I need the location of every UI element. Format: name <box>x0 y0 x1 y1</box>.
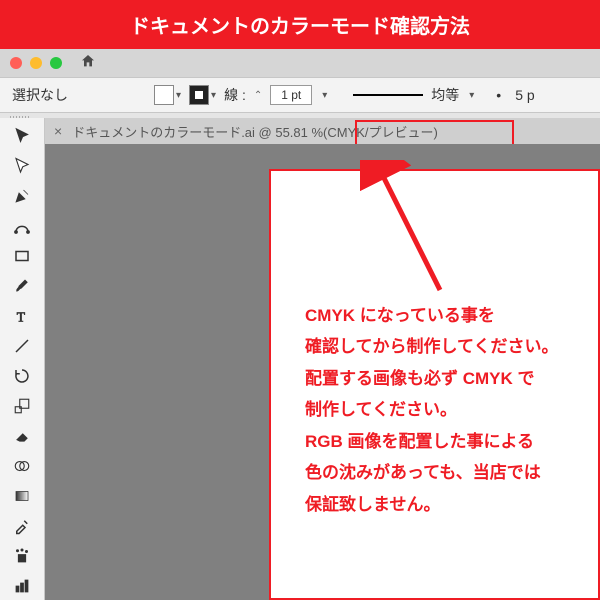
paintbrush-tool[interactable] <box>7 272 37 299</box>
type-tool[interactable]: T <box>7 302 37 329</box>
stroke-weight-dropdown[interactable]: ▾ <box>322 90 327 101</box>
note-line: 確認してから制作してください。 <box>305 331 590 362</box>
symbol-sprayer-tool[interactable] <box>7 543 37 570</box>
minimize-window-icon[interactable] <box>30 57 42 69</box>
column-graph-tool[interactable] <box>7 573 37 600</box>
stroke-weight-input[interactable]: 1 pt <box>270 85 312 105</box>
zoom-window-icon[interactable] <box>50 57 62 69</box>
close-window-icon[interactable] <box>10 57 22 69</box>
note-line: 制作してください。 <box>305 394 590 425</box>
control-bar: 選択なし ▾ ▾ 線 : ⌃ 1 pt ▾ 均等 ▾ • 5 p <box>0 77 600 113</box>
note-line: 配置する画像も必ず CMYK で <box>305 363 590 394</box>
stroke-profile-sample[interactable] <box>353 94 423 96</box>
note-line: 色の沈みがあっても、当店では <box>305 457 590 488</box>
callout-arrow <box>360 160 460 300</box>
home-icon[interactable] <box>80 53 96 74</box>
instruction-text: CMYK になっている事を 確認してから制作してください。 配置する画像も必ず … <box>305 300 590 520</box>
eyedropper-tool[interactable] <box>7 513 37 540</box>
stroke-label: 線 : <box>224 85 246 105</box>
note-line: 保証致しません。 <box>305 489 590 520</box>
stroke-swatch[interactable]: ▾ <box>189 85 216 105</box>
gradient-tool[interactable] <box>7 483 37 510</box>
shape-builder-tool[interactable] <box>7 453 37 480</box>
note-line: CMYK になっている事を <box>305 300 590 331</box>
selection-tool[interactable] <box>7 122 37 149</box>
stroke-decrement-icon[interactable]: ⌃ <box>254 90 262 101</box>
stroke-profile-label: 均等 <box>431 85 459 105</box>
svg-text:T: T <box>17 309 26 324</box>
extra-value: 5 p <box>515 87 534 103</box>
stroke-profile-dropdown[interactable]: ▾ <box>469 90 474 101</box>
rectangle-tool[interactable] <box>7 242 37 269</box>
page-title: ドキュメントのカラーモード確認方法 <box>0 0 600 49</box>
line-tool[interactable] <box>7 332 37 359</box>
direct-selection-tool[interactable] <box>7 152 37 179</box>
pen-tool[interactable] <box>7 182 37 209</box>
mac-window-bar <box>0 49 600 77</box>
bullet: • <box>496 87 501 103</box>
curvature-tool[interactable] <box>7 212 37 239</box>
selection-status: 選択なし <box>12 85 68 105</box>
fill-swatch[interactable]: ▾ <box>154 85 181 105</box>
note-line: RGB 画像を配置した事による <box>305 426 590 457</box>
eraser-tool[interactable] <box>7 423 37 450</box>
scale-tool[interactable] <box>7 393 37 420</box>
tools-panel: T <box>0 118 45 600</box>
rotate-tool[interactable] <box>7 363 37 390</box>
